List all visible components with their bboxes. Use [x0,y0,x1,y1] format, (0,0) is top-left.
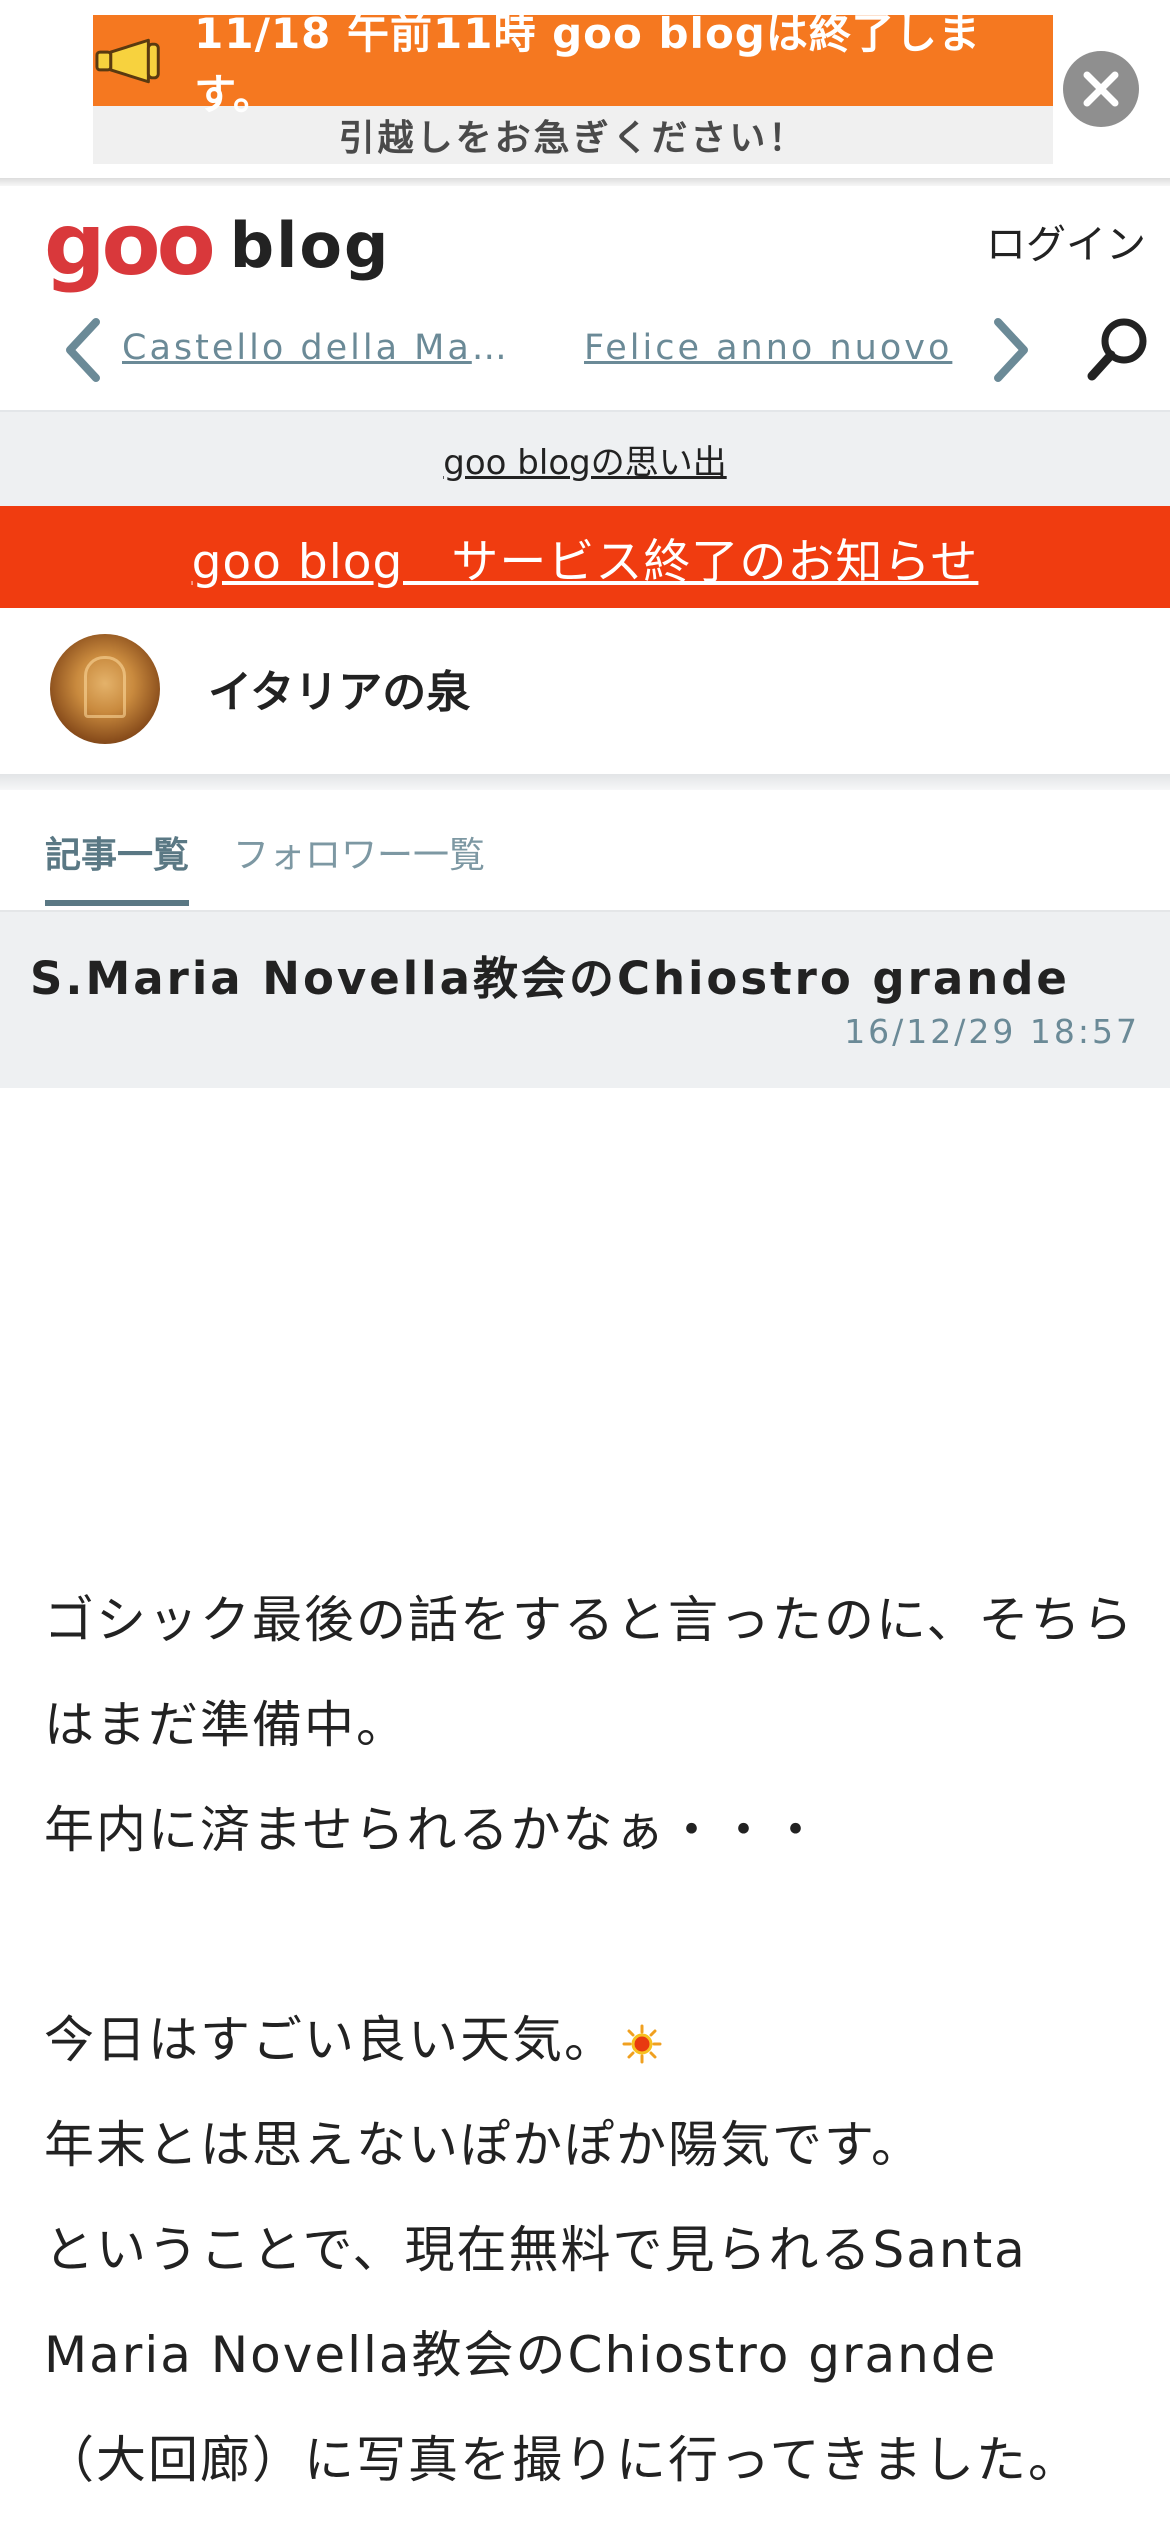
memories-link[interactable]: goo blogの思い出 [443,435,726,484]
banner-top-strip: 11/18 午前11時 goo blogは終了します。 [93,15,1053,119]
close-icon [1083,71,1119,107]
memories-bar: goo blogの思い出 [0,410,1170,506]
megaphone-icon [95,38,160,83]
login-link[interactable]: ログイン [986,212,1146,270]
article-line: Maria Novella教会のChiostro grande [44,2326,998,2384]
article-line: ということで、現在無料で見られるSanta [44,2221,1027,2279]
banner-close-button[interactable] [1063,51,1139,127]
article-title: S.Maria Novella教会のChiostro grande [30,952,1070,1005]
article-header: S.Maria Novella教会のChiostro grande 16/12/… [0,912,1170,1088]
logo-goo-text: goo [44,195,216,295]
avatar-motif [84,656,126,718]
article-navigation: Castello della Magione Felice anno nuovo [0,294,1170,406]
article-line-weather: 今日はすごい良い天気。 [44,1988,1134,2093]
site-header: goo blog ログイン Castello della Magione Fel… [0,186,1170,410]
tab-article-list[interactable]: 記事一覧 [45,826,189,878]
profile-divider [0,774,1170,790]
article-line: はまだ準備中。 [44,1696,408,1754]
avatar[interactable] [50,634,160,744]
chevron-left-icon[interactable] [58,314,108,386]
logo-blog-text: blog [229,208,391,282]
article-line: 年内に済ませられるかなぁ・・・ [44,1801,823,1859]
blog-tabs: 記事一覧 フォロワー一覧 [0,790,1170,912]
banner-line-2: 引越しをお急ぎください！ [338,118,808,159]
announcement-banner[interactable]: 11/18 午前11時 goo blogは終了します。 引越しをお急ぎください！ [93,15,1053,164]
chevron-right-icon[interactable] [986,314,1036,386]
article-line: （大回廊）に写真を撮りに行ってきました。 [44,2431,1080,2489]
next-article-link[interactable]: Felice anno nuovo [584,328,964,368]
article-line: 年末とは思えないぽかぽか陽気です。 [44,2116,923,2174]
article-text: ゴシック最後の話をすると言ったのに、そちら はまだ準備中。 年内に済ませられるか… [44,1568,1134,2513]
article-line: ゴシック最後の話をすると言ったのに、そちら [44,1591,1135,1649]
banner-line-1: 11/18 午前11時 goo blogは終了します。 [194,15,981,119]
search-icon[interactable] [1082,314,1152,384]
goo-blog-logo[interactable]: goo blog [44,200,390,290]
tab-follower-list[interactable]: フォロワー一覧 [233,826,485,878]
sun-icon [622,2024,662,2063]
blog-name[interactable]: イタリアの泉 [208,656,470,720]
article-body: ゴシック最後の話をすると言ったのに、そちら はまだ準備中。 年内に済ませられるか… [0,1088,1170,2532]
active-tab-indicator [45,900,189,906]
announcement-banner-area: 11/18 午前11時 goo blogは終了します。 引越しをお急ぎください！ [0,0,1170,178]
banner-divider [0,178,1170,186]
service-end-notice-bar: goo blog サービス終了のお知らせ [0,506,1170,608]
article-date: 16/12/29 18:57 [844,1012,1140,1051]
prev-article-link[interactable]: Castello della Magione [122,328,507,368]
article-line: 今日はすごい良い天気。 [44,2011,616,2069]
service-end-notice-link[interactable]: goo blog サービス終了のお知らせ [192,523,979,592]
blog-profile: イタリアの泉 [0,608,1170,774]
